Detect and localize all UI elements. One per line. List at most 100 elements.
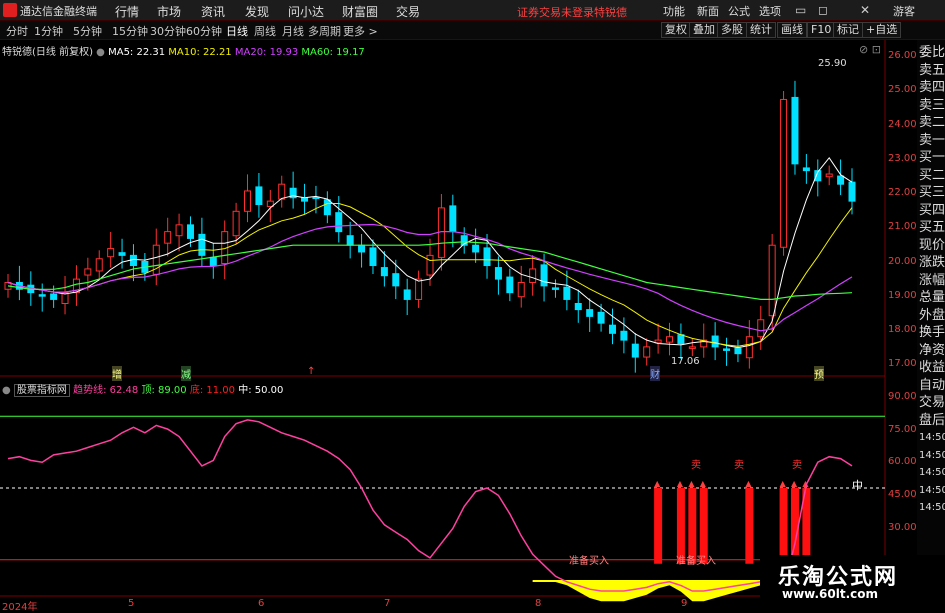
login-notice[interactable]: 证券交易未登录 xyxy=(517,4,594,20)
sidebar-item[interactable]: 买二 xyxy=(919,167,945,184)
menu-function[interactable]: 功能 xyxy=(663,3,685,19)
candlestick-series xyxy=(4,80,856,373)
sidebar-item[interactable]: 总量 xyxy=(919,289,945,306)
period-multi[interactable]: 多周期 xyxy=(308,23,341,39)
sidebar-item[interactable]: 买三 xyxy=(919,184,945,201)
candle-body xyxy=(415,278,423,300)
sidebar-item[interactable]: 收益 xyxy=(919,359,945,376)
candle-body xyxy=(346,235,354,246)
sidebar-item[interactable]: 自动 xyxy=(919,377,945,394)
menu-trade[interactable]: 交易 xyxy=(396,3,420,20)
add-watchlist-button[interactable]: +自选 xyxy=(862,22,902,38)
mark-button[interactable]: 标记 xyxy=(833,22,863,38)
period-5min[interactable]: 5分钟 xyxy=(73,23,102,39)
event-mark[interactable]: ↑ xyxy=(307,366,315,377)
multi-stock-button[interactable]: 多股 xyxy=(717,22,747,38)
sell-signal-label: 卖 xyxy=(792,460,802,471)
candle-body xyxy=(780,98,788,248)
period-1min[interactable]: 1分钟 xyxy=(34,23,63,39)
menu-formula[interactable]: 公式 xyxy=(728,3,750,19)
candle-body xyxy=(608,324,616,334)
sidebar-item[interactable]: 买一 xyxy=(919,149,945,166)
sidebar-item[interactable]: 买五 xyxy=(919,219,945,236)
indicator-tick: 90.00 xyxy=(888,391,917,402)
candle-body xyxy=(198,233,206,256)
close-icon[interactable]: ✕ xyxy=(860,3,870,17)
menu-market[interactable]: 市场 xyxy=(157,3,181,20)
minimize-icon[interactable]: ▭ xyxy=(795,3,806,17)
menu-news[interactable]: 资讯 xyxy=(201,3,225,20)
menu-quotes[interactable]: 行情 xyxy=(115,3,139,20)
candle-body xyxy=(449,205,457,233)
candle-body xyxy=(175,224,183,237)
price-tick: 21.00 xyxy=(888,221,917,232)
sidebar-item[interactable]: 14:50 xyxy=(919,464,945,481)
period-tick[interactable]: 分时 xyxy=(6,23,28,39)
buy-signal-label: 准备买入 xyxy=(569,556,609,567)
menu-new-face[interactable]: 新面 xyxy=(697,3,719,19)
sidebar-item[interactable]: 14:50 xyxy=(919,482,945,499)
candle-body xyxy=(802,167,810,172)
sidebar-item[interactable]: 涨幅 xyxy=(919,272,945,289)
event-mark[interactable]: 预 xyxy=(814,366,824,381)
candle-body xyxy=(369,247,377,267)
candle-body xyxy=(734,347,742,355)
signal-arrow: ▲ xyxy=(780,479,787,488)
menu-options[interactable]: 选项 xyxy=(759,3,781,19)
sidebar-item[interactable]: 卖一 xyxy=(919,132,945,149)
guest-label[interactable]: 游客 xyxy=(893,3,915,19)
restore-rights-button[interactable]: 复权 xyxy=(661,22,691,38)
draw-line-button[interactable]: 画线 xyxy=(777,22,807,38)
sidebar-item[interactable]: 卖四 xyxy=(919,79,945,96)
restore-icon[interactable]: ◻ xyxy=(818,3,828,17)
period-monthly[interactable]: 月线 xyxy=(282,23,304,39)
sidebar-item[interactable]: 外盘 xyxy=(919,307,945,324)
sidebar-item[interactable]: 交易 xyxy=(919,394,945,411)
watermark: 乐淘公式网 www.60lt.com xyxy=(760,555,945,609)
candle-body xyxy=(791,96,799,165)
candle-body xyxy=(107,248,115,258)
sidebar-item[interactable]: 卖五 xyxy=(919,62,945,79)
current-stock: 特锐德 xyxy=(594,6,627,19)
sidebar-item[interactable]: 涨跌 xyxy=(919,254,945,271)
sidebar-item[interactable]: 14:50 xyxy=(919,447,945,464)
app-title: 通达信金融终端 xyxy=(20,5,97,18)
sidebar-item[interactable]: 卖三 xyxy=(919,97,945,114)
event-mark[interactable]: 减 xyxy=(181,366,191,381)
period-weekly[interactable]: 周线 xyxy=(254,23,276,39)
menu-discover[interactable]: 发现 xyxy=(245,3,269,20)
f10-button[interactable]: F10 xyxy=(807,22,836,38)
period-30min[interactable]: 30分钟 xyxy=(150,23,186,39)
sidebar-item[interactable]: 盘后 xyxy=(919,412,945,429)
signal-bar xyxy=(654,488,663,564)
candle-body xyxy=(84,268,92,276)
menu-wealth[interactable]: 财富圈 xyxy=(342,3,378,20)
overlay-button[interactable]: 叠加 xyxy=(689,22,719,38)
period-daily[interactable]: 日线 xyxy=(226,23,248,39)
period-15min[interactable]: 15分钟 xyxy=(112,23,148,39)
sidebar-item[interactable]: 委比 xyxy=(919,44,945,61)
candle-body xyxy=(244,190,252,212)
period-60min[interactable]: 60分钟 xyxy=(186,23,222,39)
sidebar-item[interactable]: 14:50 xyxy=(919,499,945,516)
signal-arrow: ▲ xyxy=(700,479,707,488)
kline-chart[interactable]: ▲ ▲ ▲ ▲ ▲ ▲ ▲ ▲ xyxy=(0,40,917,609)
candle-body xyxy=(255,186,263,206)
period-more[interactable]: 更多 > xyxy=(343,23,378,39)
indicator-tick: 75.00 xyxy=(888,424,917,435)
sidebar-item[interactable]: 14:50 xyxy=(919,429,945,446)
candle-body xyxy=(597,311,605,324)
sidebar-item[interactable]: 换手 xyxy=(919,324,945,341)
event-mark[interactable]: 财 xyxy=(650,366,660,381)
event-mark[interactable]: 增 xyxy=(112,366,122,381)
candle-body xyxy=(563,286,571,300)
sidebar-item[interactable]: 净资 xyxy=(919,342,945,359)
candle-body xyxy=(848,181,856,202)
sidebar-item[interactable]: 买四 xyxy=(919,202,945,219)
date-tick: 2024年 xyxy=(2,602,38,613)
date-tick: 9 xyxy=(681,598,688,609)
sidebar-item[interactable]: 现价 xyxy=(919,237,945,254)
stats-button[interactable]: 统计 xyxy=(746,22,776,38)
menu-ask[interactable]: 问小达 xyxy=(288,3,324,20)
sidebar-item[interactable]: 卖二 xyxy=(919,114,945,131)
